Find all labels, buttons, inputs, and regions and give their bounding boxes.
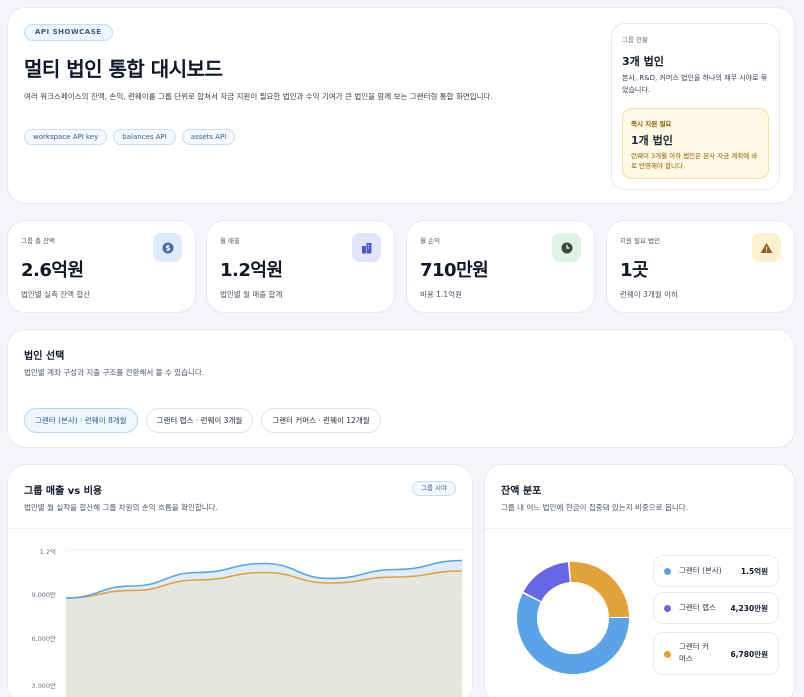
clock-icon [552, 233, 581, 262]
group-status-panel: 그룹 현황 3개 법인 본사, R&D, 커머스 법인을 하나의 재무 시야로 … [611, 23, 780, 190]
api-showcase-badge: API SHOWCASE [24, 24, 113, 41]
y-tick-label: 6,000만 [31, 635, 56, 643]
page-title: 멀티 법인 통합 대시보드 [24, 57, 223, 81]
entity-tab-labs[interactable]: 그랜터 랩스 · 런웨이 3개월 [145, 408, 254, 433]
legend-dot [664, 568, 671, 575]
api-chip[interactable]: assets API [181, 129, 236, 145]
chart-description: 법인별 월 실적을 합산해 그룹 차원의 손익 흐름을 확인합니다. [24, 503, 218, 512]
stat-value: 2.6억원 [21, 260, 84, 281]
entity-tab-commerce[interactable]: 그랜터 커머스 · 런웨이 12개월 [261, 408, 381, 433]
page-description: 여러 워크스페이스의 잔액, 손익, 런웨이를 그룹 단위로 합쳐서 자금 지원… [24, 92, 493, 101]
stat-card-monthly-revenue: 월 매출 1.2억원 법인별 월 매출 합계 [206, 220, 395, 313]
legend-value: 6,780만원 [730, 650, 768, 659]
api-chip-list: workspace API key balances API assets AP… [24, 129, 236, 145]
entity-tab-hq[interactable]: 그랜터 (본사) · 런웨이 8개월 [24, 408, 138, 433]
group-status-description: 본사, R&D, 커머스 법인을 하나의 재무 시야로 묶었습니다. [622, 74, 768, 94]
section-divider [8, 528, 474, 529]
stat-label: 지원 필요 법인 [620, 237, 661, 245]
entity-tab-list: 그랜터 (본사) · 런웨이 8개월 그랜터 랩스 · 런웨이 3개월 그랜터 … [24, 408, 381, 433]
stat-value: 710만원 [420, 260, 489, 281]
legend-name: 그랜터 랩스 [679, 603, 716, 612]
group-scope-badge[interactable]: 그룹 시야 [412, 481, 456, 496]
y-tick-label: 9,000만 [31, 591, 56, 599]
support-alert-label: 즉시 지원 필요 [631, 120, 672, 128]
y-tick-label: 3,000만 [31, 682, 56, 690]
legend-item-hq: 그랜터 (본사) 1.5억원 [653, 555, 779, 587]
warning-icon [752, 233, 781, 262]
legend-item-commerce: 그랜터 커머스 6,780만원 [653, 632, 779, 675]
revenue-cost-chart [66, 549, 464, 697]
legend-name: 그랜터 커머스 [679, 642, 709, 663]
chart-title: 그룹 매출 vs 비용 [24, 486, 103, 497]
api-chip[interactable]: balances API [113, 129, 176, 145]
entity-selection-description: 법인별 계좌 구성과 지출 구조를 전환해서 볼 수 있습니다. [24, 368, 205, 377]
stat-card-support-needed: 지원 필요 법인 1곳 런웨이 3개월 이하 [606, 220, 795, 313]
svg-text:$: $ [165, 243, 170, 252]
stat-card-total-balance: 그룹 총 잔액 2.6억원 법인별 실측 잔액 합산 $ [7, 220, 196, 313]
stat-value: 1곳 [620, 260, 649, 281]
buildings-icon [352, 233, 381, 262]
balance-distribution-card: 잔액 분포 그룹 내 어느 법인에 현금이 집중돼 있는지 비중으로 봅니다. … [484, 464, 796, 697]
legend-value: 1.5억원 [740, 567, 768, 576]
stat-sub: 법인별 실측 잔액 합산 [21, 290, 91, 299]
stat-card-monthly-profit: 월 손익 710만원 비용 1.1억원 [406, 220, 595, 313]
distribution-description: 그룹 내 어느 법인에 현금이 집중돼 있는지 비중으로 봅니다. [501, 503, 689, 512]
api-chip[interactable]: workspace API key [24, 129, 108, 145]
group-status-value: 3개 법인 [622, 55, 664, 68]
support-alert-value: 1개 법인 [631, 134, 673, 147]
stat-label: 월 손익 [420, 237, 441, 245]
stat-value: 1.2억원 [220, 260, 283, 281]
balance-donut-chart [517, 562, 629, 674]
stat-sub: 런웨이 3개월 이하 [620, 290, 678, 299]
distribution-title: 잔액 분포 [501, 486, 542, 497]
y-tick-label: 1.2억 [39, 548, 56, 556]
legend-value: 4,230만원 [730, 604, 768, 613]
entity-selection-title: 법인 선택 [24, 351, 65, 362]
legend-name: 그랜터 (본사) [679, 566, 722, 575]
stat-label: 그룹 총 잔액 [21, 237, 56, 245]
legend-item-labs: 그랜터 랩스 4,230만원 [653, 592, 779, 624]
legend-dot [664, 651, 671, 658]
legend-dot [664, 605, 671, 612]
section-divider [485, 528, 796, 529]
support-alert: 즉시 지원 필요 1개 법인 런웨이 3개월 이하 법인은 본사 자금 계획에 … [622, 108, 769, 179]
dollar-coin-icon: $ [153, 233, 182, 262]
stat-label: 월 매출 [220, 237, 241, 245]
revenue-vs-cost-card: 그룹 매출 vs 비용 그룹 시야 법인별 월 실적을 합산해 그룹 차원의 손… [7, 464, 474, 697]
support-alert-description: 런웨이 3개월 이하 법인은 본사 자금 계획에 바로 반영해야 합니다. [631, 152, 758, 170]
group-status-label: 그룹 현황 [622, 36, 648, 44]
hero-card: API SHOWCASE 멀티 법인 통합 대시보드 여러 워크스페이스의 잔액… [7, 7, 795, 204]
entity-selection-card: 법인 선택 법인별 계좌 구성과 지출 구조를 전환해서 볼 수 있습니다. 그… [7, 329, 795, 448]
stat-sub: 법인별 월 매출 합계 [220, 290, 283, 299]
stat-sub: 비용 1.1억원 [420, 290, 462, 299]
